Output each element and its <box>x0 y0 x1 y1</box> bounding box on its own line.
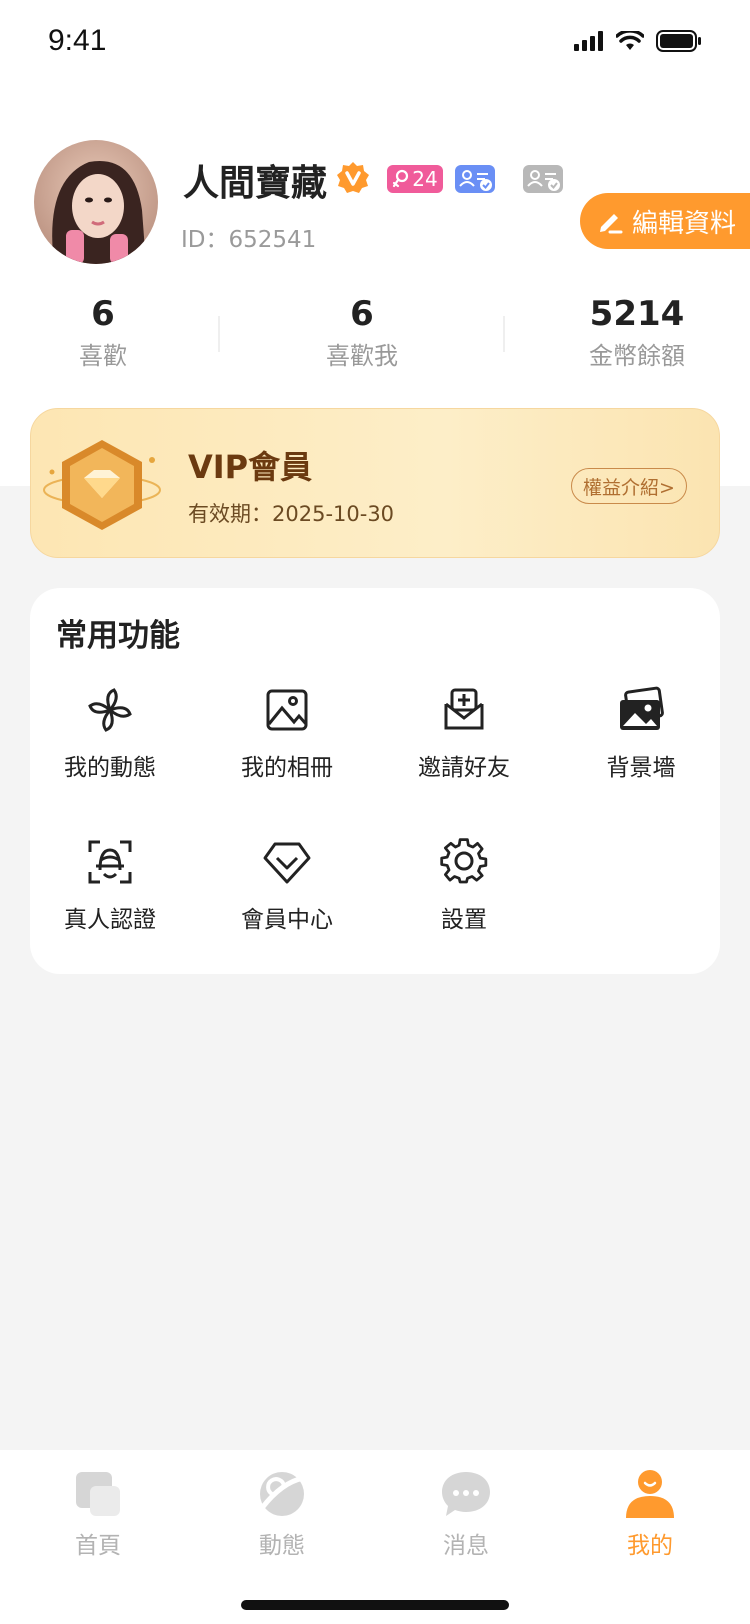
chat-bubble-icon <box>438 1468 494 1520</box>
function-label: 背景墻 <box>606 755 676 781</box>
vip-title: VIP會員 <box>188 448 313 486</box>
tab-label: 動態 <box>259 1533 305 1559</box>
tab-moments[interactable]: 動態 <box>222 1468 342 1560</box>
female-icon <box>393 169 409 188</box>
pinwheel-icon <box>84 684 136 736</box>
gender-age-badge: 24 <box>387 165 443 193</box>
vip-expiry: 有效期：2025-10-30 <box>188 502 395 526</box>
tab-home[interactable]: 首頁 <box>38 1468 158 1560</box>
function-label: 會員中心 <box>241 907 333 933</box>
function-settings[interactable]: 設置 <box>376 836 552 934</box>
function-label: 真人認證 <box>64 907 156 933</box>
function-my-album[interactable]: 我的相冊 <box>199 684 375 782</box>
tab-messages[interactable]: 消息 <box>406 1468 526 1560</box>
pencil-icon <box>600 214 623 234</box>
user-id: ID：652541 <box>181 227 317 253</box>
home-cards-icon <box>70 1468 126 1520</box>
age-text: 24 <box>412 167 438 191</box>
stat-divider <box>218 316 220 352</box>
id-card-badge-icon <box>523 165 563 193</box>
stat-coin-balance-value: 5214 <box>589 294 685 334</box>
stat-liked-me[interactable]: 6 喜歡我 <box>272 294 452 371</box>
edit-profile-label: 編輯資料 <box>632 208 737 239</box>
edit-profile-button[interactable]: 編輯資料 <box>580 193 750 249</box>
function-label: 設置 <box>441 907 487 933</box>
stat-likes[interactable]: 6 喜歡 <box>13 294 193 371</box>
status-icons <box>574 30 702 52</box>
gear-icon <box>438 836 490 888</box>
wifi-icon <box>616 31 644 50</box>
stat-liked-me-value: 6 <box>350 294 374 334</box>
avatar[interactable] <box>34 140 158 264</box>
tab-label: 消息 <box>443 1533 489 1559</box>
stat-coin-balance-label: 金幣餘額 <box>589 342 685 370</box>
tab-label: 我的 <box>627 1533 673 1559</box>
function-label: 我的相冊 <box>241 755 333 781</box>
function-my-moments[interactable]: 我的動態 <box>22 684 198 782</box>
user-name: 人間寶藏 <box>183 163 328 204</box>
person-icon <box>622 1468 678 1520</box>
planet-icon <box>254 1468 310 1520</box>
mail-plus-icon <box>438 684 490 736</box>
function-label: 邀請好友 <box>418 755 510 781</box>
vip-benefits-button[interactable]: 權益介紹> <box>571 468 687 504</box>
function-label: 我的動態 <box>64 755 156 781</box>
vip-diamond-emblem-icon <box>40 432 170 546</box>
stat-liked-me-label: 喜歡我 <box>326 342 398 370</box>
status-time: 9:41 <box>48 24 107 57</box>
avatar-image <box>34 140 158 264</box>
function-member-center[interactable]: 會員中心 <box>199 836 375 934</box>
tab-label: 首頁 <box>75 1533 121 1559</box>
common-functions-title: 常用功能 <box>56 618 180 654</box>
photos-icon <box>615 684 667 736</box>
stat-divider <box>503 316 505 352</box>
diamond-icon <box>261 836 313 888</box>
stat-coin-balance[interactable]: 5214 金幣餘額 <box>547 294 727 371</box>
tab-me[interactable]: 我的 <box>590 1468 710 1560</box>
face-scan-icon <box>84 836 136 888</box>
battery-icon <box>656 30 701 52</box>
function-background-wall[interactable]: 背景墻 <box>553 684 729 782</box>
function-invite-friends[interactable]: 邀請好友 <box>376 684 552 782</box>
home-indicator <box>241 1600 509 1610</box>
function-real-person-verification[interactable]: 真人認證 <box>22 836 198 934</box>
stat-likes-value: 6 <box>91 294 115 334</box>
signal-icon <box>574 31 603 51</box>
image-icon <box>261 684 313 736</box>
stat-likes-label: 喜歡 <box>79 342 127 370</box>
real-person-badge-icon <box>455 165 495 193</box>
verified-badge-icon <box>336 161 370 195</box>
